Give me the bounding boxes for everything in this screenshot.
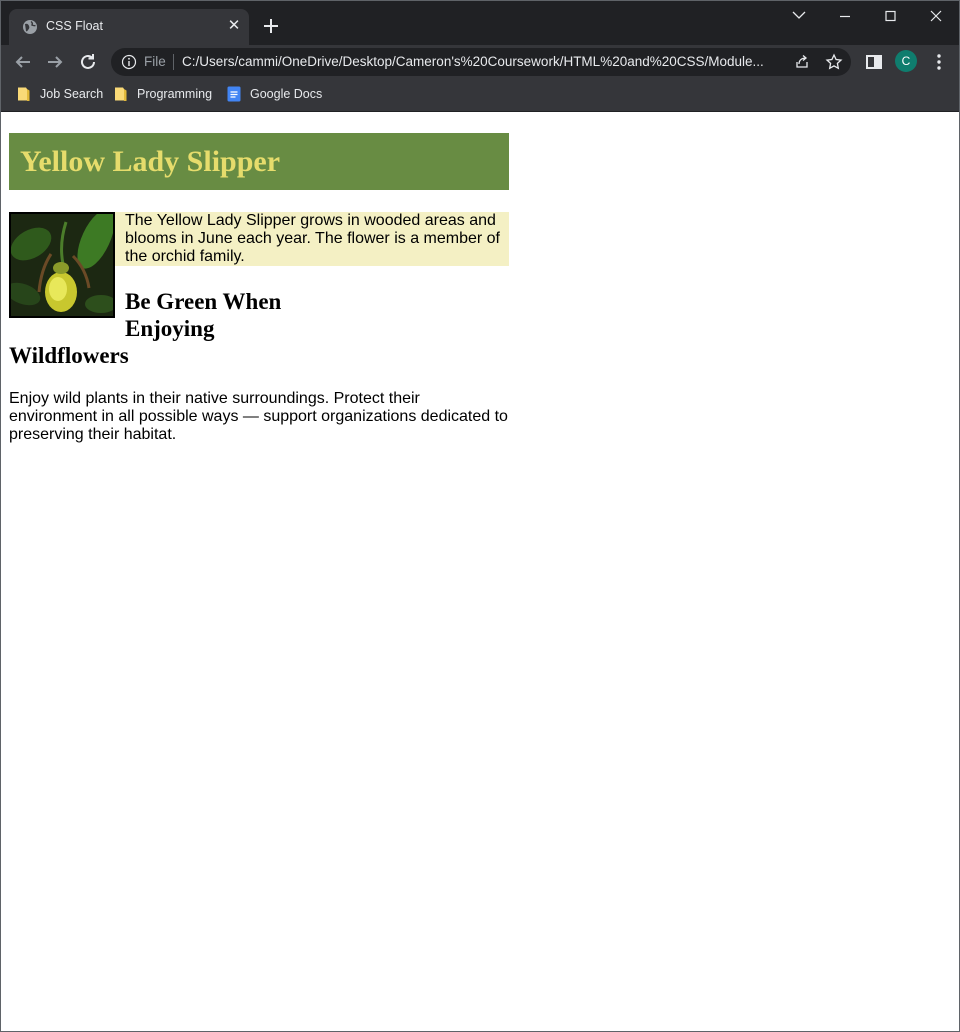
bookmarks-bar: Job Search Programming Google Docs	[1, 79, 959, 112]
page-content: Yellow Lady Slipper The Yellow Lady Slip…	[9, 112, 509, 444]
menu-kebab-icon[interactable]	[927, 50, 951, 74]
new-tab-icon[interactable]	[259, 14, 283, 38]
reload-icon[interactable]	[76, 50, 100, 74]
back-icon[interactable]	[11, 50, 35, 74]
info-icon[interactable]	[121, 54, 137, 70]
browser-window: CSS Float ✕ File C:/Users/cammi/OneDrive…	[0, 0, 960, 1032]
tab-strip: CSS Float ✕	[1, 1, 959, 45]
close-window-icon[interactable]	[913, 1, 959, 33]
url-text[interactable]: C:/Users/cammi/OneDrive/Desktop/Cameron'…	[182, 54, 782, 69]
maximize-icon[interactable]	[868, 1, 914, 33]
side-panel-icon[interactable]	[862, 50, 886, 74]
page-viewport: Yellow Lady Slipper The Yellow Lady Slip…	[1, 112, 959, 1031]
page-title: Yellow Lady Slipper	[9, 133, 509, 190]
tab-title: CSS Float	[46, 19, 103, 33]
minimize-icon[interactable]	[822, 1, 868, 33]
yellow-lady-slipper-image	[9, 212, 115, 318]
close-tab-icon[interactable]: ✕	[225, 17, 243, 35]
address-bar[interactable]: File C:/Users/cammi/OneDrive/Desktop/Cam…	[111, 48, 851, 76]
closing-paragraph: Enjoy wild plants in their native surrou…	[9, 390, 508, 443]
omnibox-divider	[173, 54, 174, 70]
globe-icon	[23, 20, 37, 34]
bookmark-label: Job Search	[40, 87, 104, 101]
share-icon[interactable]	[793, 53, 811, 71]
profile-avatar[interactable]: C	[895, 50, 917, 72]
browser-toolbar: File C:/Users/cammi/OneDrive/Desktop/Cam…	[1, 45, 959, 79]
tab-search-icon[interactable]	[776, 1, 822, 33]
folder-icon	[18, 87, 30, 101]
bookmark-label: Programming	[137, 87, 213, 101]
folder-icon	[115, 87, 127, 101]
bookmark-label: Google Docs	[250, 87, 323, 101]
google-docs-icon	[227, 86, 241, 102]
forward-icon[interactable]	[43, 50, 67, 74]
tab-css-float[interactable]: CSS Float ✕	[9, 9, 249, 45]
bookmark-star-icon[interactable]	[825, 53, 843, 71]
scheme-label: File	[144, 54, 166, 69]
